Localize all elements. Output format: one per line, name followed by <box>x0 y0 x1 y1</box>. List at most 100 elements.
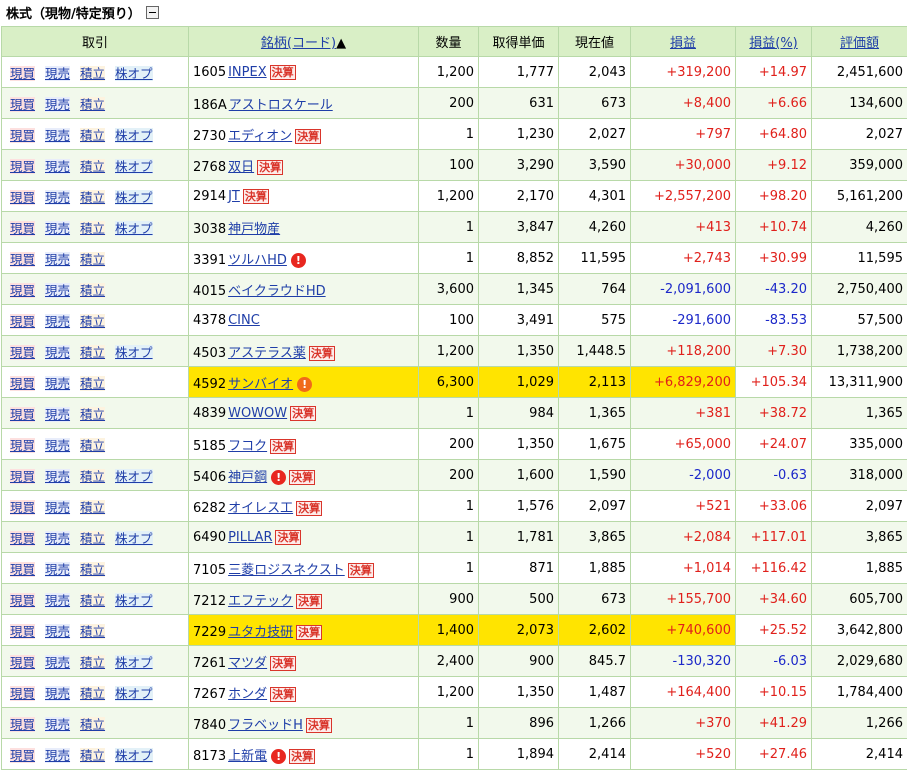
tsumitate-link[interactable]: 積立 <box>80 654 106 670</box>
sell-link[interactable]: 現売 <box>45 685 71 701</box>
buy-link[interactable]: 現買 <box>10 685 36 701</box>
tsumitate-link[interactable]: 積立 <box>80 251 106 267</box>
buy-link[interactable]: 現買 <box>10 468 36 484</box>
sell-link[interactable]: 現売 <box>45 623 71 639</box>
stock-name-link[interactable]: PILLAR <box>228 530 272 545</box>
buy-link[interactable]: 現買 <box>10 127 36 143</box>
stock-name-link[interactable]: ベイクラウドHD <box>228 284 326 299</box>
earnings-badge[interactable]: 決算 <box>257 159 284 175</box>
buy-link[interactable]: 現買 <box>10 561 36 577</box>
buy-link[interactable]: 現買 <box>10 96 36 112</box>
stock-name-link[interactable]: 神戸物産 <box>228 222 280 237</box>
alert-icon[interactable]: ! <box>271 469 287 485</box>
stock-name-link[interactable]: WOWOW <box>228 406 287 421</box>
tsumitate-link[interactable]: 積立 <box>80 530 106 546</box>
stock-option-link[interactable]: 株オプ <box>115 747 153 763</box>
stock-option-link[interactable]: 株オプ <box>115 127 153 143</box>
tsumitate-link[interactable]: 積立 <box>80 561 106 577</box>
col-header-pl[interactable]: 損益 <box>630 26 736 57</box>
sell-link[interactable]: 現売 <box>45 716 71 732</box>
stock-name-link[interactable]: 双日 <box>228 160 254 175</box>
earnings-badge[interactable]: 決算 <box>275 529 302 545</box>
tsumitate-link[interactable]: 積立 <box>80 685 106 701</box>
earnings-badge[interactable]: 決算 <box>347 562 374 578</box>
sell-link[interactable]: 現売 <box>45 561 71 577</box>
tsumitate-link[interactable]: 積立 <box>80 65 106 81</box>
earnings-badge[interactable]: 決算 <box>295 128 322 144</box>
sell-link[interactable]: 現売 <box>45 189 71 205</box>
tsumitate-link[interactable]: 積立 <box>80 96 106 112</box>
buy-link[interactable]: 現買 <box>10 654 36 670</box>
earnings-badge[interactable]: 決算 <box>270 686 297 702</box>
tsumitate-link[interactable]: 積立 <box>80 282 106 298</box>
buy-link[interactable]: 現買 <box>10 344 36 360</box>
sell-link[interactable]: 現売 <box>45 468 71 484</box>
buy-link[interactable]: 現買 <box>10 189 36 205</box>
buy-link[interactable]: 現買 <box>10 65 36 81</box>
buy-link[interactable]: 現買 <box>10 282 36 298</box>
stock-option-link[interactable]: 株オプ <box>115 65 153 81</box>
tsumitate-link[interactable]: 積立 <box>80 313 106 329</box>
sell-link[interactable]: 現売 <box>45 375 71 391</box>
stock-name-link[interactable]: サンバイオ <box>228 377 293 392</box>
stock-name-link[interactable]: アステラス薬 <box>228 346 306 361</box>
buy-link[interactable]: 現買 <box>10 623 36 639</box>
earnings-badge[interactable]: 決算 <box>270 438 297 454</box>
sell-link[interactable]: 現売 <box>45 344 71 360</box>
earnings-badge[interactable]: 決算 <box>290 405 317 421</box>
col-header-value[interactable]: 評価額 <box>811 26 907 57</box>
stock-option-link[interactable]: 株オプ <box>115 189 153 205</box>
sell-link[interactable]: 現売 <box>45 499 71 515</box>
sell-link[interactable]: 現売 <box>45 592 71 608</box>
tsumitate-link[interactable]: 積立 <box>80 189 106 205</box>
earnings-badge[interactable]: 決算 <box>308 345 335 361</box>
buy-link[interactable]: 現買 <box>10 313 36 329</box>
buy-link[interactable]: 現買 <box>10 375 36 391</box>
tsumitate-link[interactable]: 積立 <box>80 220 106 236</box>
stock-name-link[interactable]: エディオン <box>228 129 292 144</box>
stock-option-link[interactable]: 株オプ <box>115 220 153 236</box>
buy-link[interactable]: 現買 <box>10 220 36 236</box>
tsumitate-link[interactable]: 積立 <box>80 499 106 515</box>
stock-option-link[interactable]: 株オプ <box>115 654 153 670</box>
stock-name-link[interactable]: 三菱ロジスネクスト <box>228 563 345 578</box>
earnings-badge[interactable]: 決算 <box>269 64 296 80</box>
tsumitate-link[interactable]: 積立 <box>80 406 106 422</box>
collapse-toggle-button[interactable] <box>145 5 159 19</box>
col-header-plpct[interactable]: 損益(%) <box>735 26 812 57</box>
stock-name-link[interactable]: 神戸鋼 <box>228 470 267 485</box>
alert-icon[interactable]: ! <box>297 376 313 392</box>
stock-option-link[interactable]: 株オプ <box>115 468 153 484</box>
sort-by-name-link[interactable]: 銘柄(コード) <box>261 36 336 51</box>
stock-name-link[interactable]: エフテック <box>228 594 293 609</box>
tsumitate-link[interactable]: 積立 <box>80 375 106 391</box>
col-header-name[interactable]: 銘柄(コード)▲ <box>188 26 419 57</box>
alert-icon[interactable]: ! <box>271 748 287 764</box>
stock-name-link[interactable]: JT <box>228 189 240 204</box>
buy-link[interactable]: 現買 <box>10 499 36 515</box>
earnings-badge[interactable]: 決算 <box>296 500 323 516</box>
stock-name-link[interactable]: フラベッドH <box>228 718 303 733</box>
sell-link[interactable]: 現売 <box>45 65 71 81</box>
buy-link[interactable]: 現買 <box>10 158 36 174</box>
stock-option-link[interactable]: 株オプ <box>115 158 153 174</box>
tsumitate-link[interactable]: 積立 <box>80 158 106 174</box>
tsumitate-link[interactable]: 積立 <box>80 344 106 360</box>
stock-name-link[interactable]: ツルハHD <box>228 253 287 268</box>
stock-name-link[interactable]: オイレス工 <box>228 501 293 516</box>
stock-name-link[interactable]: 上新電 <box>228 749 267 764</box>
stock-option-link[interactable]: 株オプ <box>115 685 153 701</box>
stock-name-link[interactable]: ユタカ技研 <box>228 625 293 640</box>
sell-link[interactable]: 現売 <box>45 127 71 143</box>
buy-link[interactable]: 現買 <box>10 406 36 422</box>
sell-link[interactable]: 現売 <box>45 282 71 298</box>
sell-link[interactable]: 現売 <box>45 654 71 670</box>
stock-option-link[interactable]: 株オプ <box>115 530 153 546</box>
sell-link[interactable]: 現売 <box>45 96 71 112</box>
alert-icon[interactable]: ! <box>290 252 306 268</box>
buy-link[interactable]: 現買 <box>10 530 36 546</box>
tsumitate-link[interactable]: 積立 <box>80 127 106 143</box>
tsumitate-link[interactable]: 積立 <box>80 716 106 732</box>
earnings-badge[interactable]: 決算 <box>296 624 323 640</box>
tsumitate-link[interactable]: 積立 <box>80 747 106 763</box>
